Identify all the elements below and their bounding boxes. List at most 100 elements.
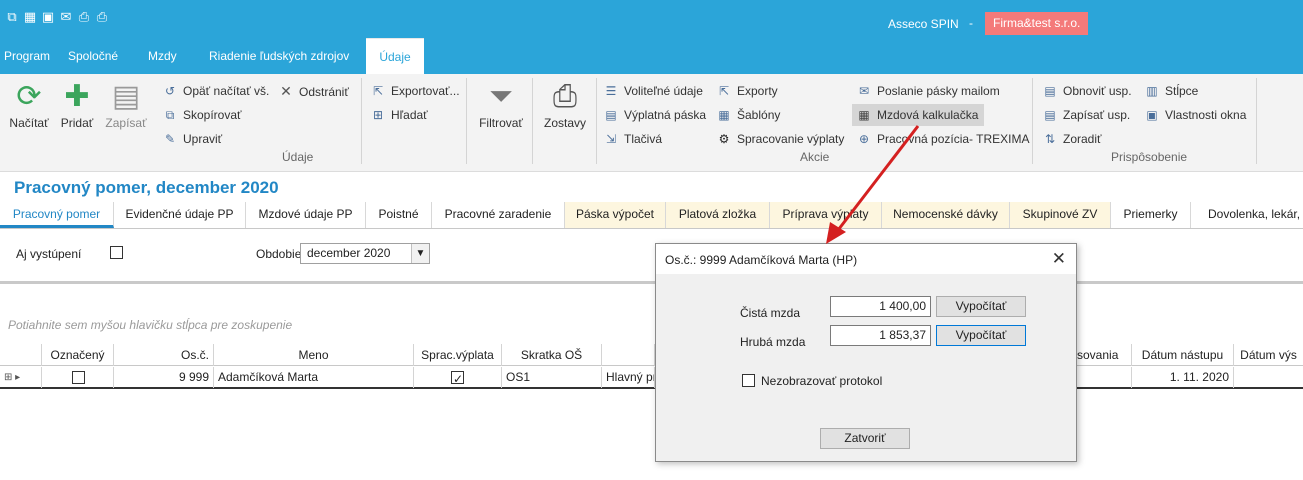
forms-icon: ⇲ [605,132,617,146]
save-settings-button[interactable]: ▤ Zapísať usp. [1042,106,1130,124]
reload-all-button[interactable]: ↺ Opäť načítať vš. [162,82,269,100]
tab-pracovne-zaradenie[interactable]: Pracovné zaradenie [432,202,565,228]
header-oznaceny[interactable]: Označený [42,344,114,366]
copy-doc-icon: ⧉ [165,108,175,122]
window-icon: ▣ [1146,108,1158,122]
columns-button[interactable]: ▥ Stĺpce [1144,82,1198,100]
sort-button[interactable]: ⇅ Zoradiť [1042,130,1102,148]
firm-badge[interactable]: Firma&test s.r.o. [985,12,1089,35]
tab-skupinove-zv[interactable]: Skupinové ZV [1010,202,1111,228]
print-icon[interactable]: ⎙ [76,9,92,25]
send-payslip-button[interactable]: ✉ Poslanie pásky mailom [856,82,1000,100]
globe-icon: ⊕ [858,132,870,146]
forms-button[interactable]: ⇲ Tlačivá [603,130,662,148]
cell-os-c: 9 999 [114,367,214,388]
header-sprac-vyplata[interactable]: Sprac.výplata [414,344,502,366]
splitter[interactable] [0,281,1303,284]
filter-button[interactable]: ⏷ Filtrovať [476,80,526,130]
net-wage-label: Čistá mzda [740,306,801,320]
sort-az-icon: ⇅ [1044,132,1056,146]
group-by-hint[interactable]: Potiahnite sem myšou hlavičku stĺpca pre… [8,318,292,332]
payslip-icon: ▤ [605,108,617,122]
job-position-button[interactable]: ⊕ Pracovná pozícia- TREXIMA [856,130,1030,148]
menu-spolocne[interactable]: Spoločné [68,38,118,74]
tab-mzdove-udaje[interactable]: Mzdové údaje PP [246,202,366,228]
menu-mzdy[interactable]: Mzdy [148,38,177,74]
row-marked-checkbox[interactable] [72,371,85,384]
tab-row: Pracovný pomer Evidenčné údaje PP Mzdové… [0,202,1303,229]
copy-icon[interactable]: ⧉ [4,9,20,25]
chevron-down-icon[interactable]: ▼ [411,244,429,263]
calculate-net-button[interactable]: Vypočítať [936,296,1026,317]
header-skratka-os[interactable]: Skratka OŠ [502,344,602,366]
print-preview-icon[interactable]: ⎙ [94,9,110,25]
processed-checkbox[interactable] [451,369,464,388]
payroll-processing-button[interactable]: ⚙ Spracovanie výplaty [716,130,845,148]
image-icon[interactable]: ▣ [40,9,56,25]
tab-priemerky[interactable]: Priemerky [1111,202,1191,228]
list-icon: ☰ [605,84,617,98]
dialog-title: Os.č.: 9999 Adamčíková Marta (HP) [665,253,858,267]
tab-priprava-vyplaty[interactable]: Príprava výplaty [770,202,882,228]
wage-calculator-button[interactable]: ▦ Mzdová kalkulačka [852,104,985,126]
copy-button[interactable]: ⧉ Skopírovať [162,106,242,124]
cell-date-start: 1. 11. 2020 [1132,367,1234,388]
tab-dovolenka[interactable]: Dovolenka, lekár, z [1191,202,1303,228]
remove-button[interactable]: ✕ Odstrániť [278,82,349,100]
close-icon[interactable]: ✕ [1052,250,1066,267]
restore-icon: ▤ [1044,84,1056,98]
payslip-button[interactable]: ▤ Výplatná páska [603,106,706,124]
header-sovania[interactable]: sovania [1077,344,1132,366]
excel-icon[interactable]: ▦ [22,9,38,25]
include-departed-checkbox[interactable] [110,246,123,259]
close-dialog-button[interactable]: Zatvoriť [820,428,910,449]
group-label-actions: Akcie [800,150,830,164]
calculator-icon: ▦ [858,108,870,122]
find-button[interactable]: ⊞ Hľadať [370,106,428,124]
header-datum-nastupu[interactable]: Dátum nástupu [1132,344,1234,366]
hide-protocol-checkbox[interactable] [742,374,755,387]
wage-calculator-dialog: Os.č.: 9999 Adamčíková Marta (HP) ✕ Čist… [655,243,1077,462]
optional-data-button[interactable]: ☰ Voliteľné údaje [603,82,703,100]
export-button[interactable]: ⇱ Exportovať... [370,82,460,100]
menu-udaje[interactable]: Údaje [366,38,424,74]
calculate-gross-button[interactable]: Vypočítať [936,325,1026,346]
save-button[interactable]: ▤ Zapísať [104,80,148,130]
menu-riadenie[interactable]: Riadenie ľudských zdrojov [209,38,349,74]
mail-send-icon: ✉ [858,84,870,98]
tab-poistne[interactable]: Poistné [366,202,432,228]
exports-button[interactable]: ⇱ Exporty [716,82,778,100]
refresh-button[interactable]: ⟳ Načítať [6,80,52,130]
menu-program[interactable]: Program [4,38,50,74]
mail-icon[interactable]: ✉ [58,9,74,25]
gross-wage-input[interactable]: 1 853,37 [830,325,931,346]
cell-skratka: OS1 [502,367,602,388]
add-button[interactable]: ✚ Pridať [56,80,98,130]
tab-paska-vypocet[interactable]: Páska výpočet [565,202,666,228]
restore-settings-button[interactable]: ▤ Obnoviť usp. [1042,82,1131,100]
reports-button[interactable]: ⎙ Zostavy [540,80,590,130]
table-row[interactable]: ⊞ ▸ 9 999 Adamčíková Marta OS1 Hlavný pr… [0,367,1303,389]
header-datum-vystupu[interactable]: Dátum výs [1234,344,1303,366]
ribbon-separator [596,78,597,164]
tab-nemocenske-davky[interactable]: Nemocenské dávky [882,202,1010,228]
title-separator: - [969,16,973,30]
header-meno[interactable]: Meno [214,344,414,366]
tab-pracovny-pomer[interactable]: Pracovný pomer [0,202,114,228]
edit-button[interactable]: ✎ Upraviť [162,130,222,148]
ribbon-separator [1032,78,1033,164]
quick-access-toolbar: ⧉ ▦ ▣ ✉ ⎙ ⎙ [4,9,110,25]
header-blank[interactable] [602,344,655,366]
tab-platova-zlozka[interactable]: Platová zložka [666,202,770,228]
save-settings-icon: ▤ [1044,108,1056,122]
tab-evidencne-udaje[interactable]: Evidenčné údaje PP [114,202,246,228]
net-wage-input[interactable]: 1 400,00 [830,296,931,317]
dialog-title-bar[interactable]: Os.č.: 9999 Adamčíková Marta (HP) ✕ [656,244,1076,274]
period-select[interactable]: december 2020 ▼ [300,243,430,264]
templates-button[interactable]: ▦ Šablóny [716,106,780,124]
close-x-icon: ✕ [280,83,292,99]
app-name: Asseco SPIN [888,17,959,31]
window-props-button[interactable]: ▣ Vlastnosti okna [1144,106,1246,124]
header-os-c[interactable]: Os.č. [114,344,214,366]
row-expand-icon[interactable]: ⊞ ▸ [0,367,42,388]
